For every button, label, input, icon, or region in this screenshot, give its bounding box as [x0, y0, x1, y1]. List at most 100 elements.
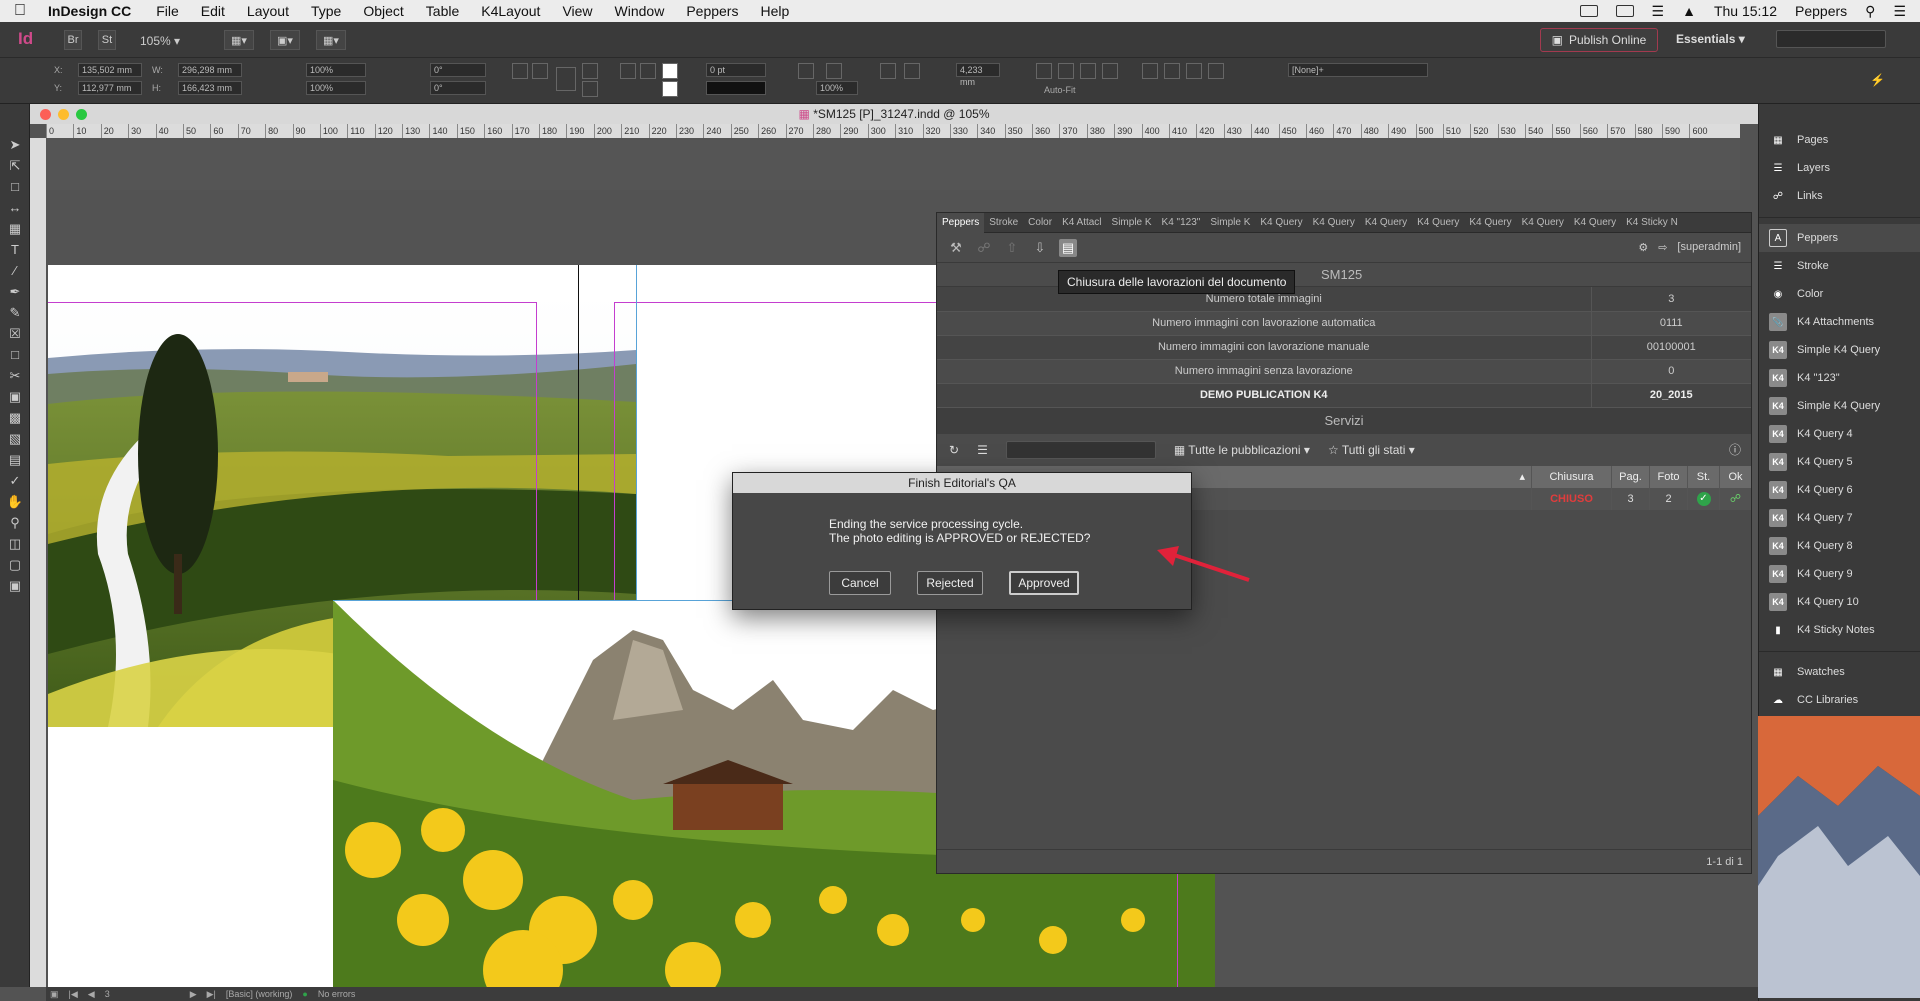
- panel-peppers[interactable]: A Peppers: [1759, 224, 1920, 252]
- select-container-icon[interactable]: [620, 63, 636, 79]
- text-wrap-bbox-icon[interactable]: [904, 63, 920, 79]
- panel-k4-query-5[interactable]: K4 K4 Query 5: [1759, 448, 1920, 476]
- scale-x-field[interactable]: 100%: [306, 63, 366, 77]
- rotate-field[interactable]: 0°: [430, 63, 486, 77]
- view-options-button[interactable]: ▦▾: [224, 30, 254, 50]
- panel-k4-query-10[interactable]: K4 K4 Query 10: [1759, 588, 1920, 616]
- last-page-icon[interactable]: ▶|: [207, 989, 216, 1000]
- panel-swatches[interactable]: ▦ Swatches: [1759, 658, 1920, 686]
- line-tool-icon[interactable]: ∕: [0, 260, 30, 281]
- panel-k4-attachments[interactable]: 📎 K4 Attachments: [1759, 308, 1920, 336]
- zoom-window-icon[interactable]: [76, 109, 87, 120]
- rotate-cw-icon[interactable]: [512, 63, 528, 79]
- folder-icon[interactable]: ▤: [1059, 238, 1077, 257]
- panel-stroke[interactable]: ☰ Stroke: [1759, 252, 1920, 280]
- panel-cc-libraries[interactable]: ☁ CC Libraries: [1759, 686, 1920, 714]
- help-search-input[interactable]: [1776, 30, 1886, 48]
- menu-peppers[interactable]: Peppers: [675, 3, 749, 19]
- scissors-tool-icon[interactable]: ✂: [0, 365, 30, 386]
- approved-button[interactable]: Approved: [1009, 571, 1079, 595]
- flip-h-icon[interactable]: [582, 63, 598, 79]
- next-page-icon[interactable]: ▶: [190, 989, 197, 1000]
- hand-tool-icon[interactable]: ✋: [0, 491, 30, 512]
- app-menu[interactable]: InDesign CC: [40, 3, 145, 19]
- panel-tab[interactable]: K4 Query: [1412, 217, 1464, 228]
- publication-filter[interactable]: ▦ Tutte le pubblicazioni ▾: [1174, 443, 1310, 457]
- type-tool-icon[interactable]: T: [0, 239, 30, 260]
- col-st[interactable]: St.: [1687, 465, 1719, 488]
- errors-status[interactable]: No errors: [318, 989, 356, 999]
- panel-tab[interactable]: Stroke: [984, 217, 1023, 228]
- stroke-type-select[interactable]: [706, 81, 766, 95]
- panel-color[interactable]: ◉ Color: [1759, 280, 1920, 308]
- free-transform-tool-icon[interactable]: ▣: [0, 386, 30, 407]
- stroke-swatch-icon[interactable]: [662, 81, 678, 97]
- menu-help[interactable]: Help: [749, 3, 800, 19]
- page-tool-icon[interactable]: □: [0, 176, 30, 197]
- link-icon[interactable]: ☍: [975, 239, 993, 257]
- menu-window[interactable]: Window: [604, 3, 676, 19]
- screen-mode-button[interactable]: ▣▾: [270, 30, 300, 50]
- vertical-ruler[interactable]: [30, 138, 46, 987]
- reference-point-icon[interactable]: [556, 67, 576, 91]
- stroke-weight-field[interactable]: 0 pt: [706, 63, 766, 77]
- object-style-select[interactable]: [None]+: [1288, 63, 1428, 77]
- fill-proportionally-icon[interactable]: [1080, 63, 1096, 79]
- align-left-icon[interactable]: [1142, 63, 1158, 79]
- panel-layers[interactable]: ☰ Layers: [1759, 154, 1920, 182]
- direct-selection-tool-icon[interactable]: ⇱: [0, 155, 30, 176]
- menu-file[interactable]: File: [145, 3, 190, 19]
- spotlight-icon[interactable]: ⚲: [1865, 3, 1875, 20]
- notification-icon[interactable]: ☰: [1893, 3, 1906, 20]
- gradient-feather-tool-icon[interactable]: ▧: [0, 428, 30, 449]
- opacity-field[interactable]: 100%: [816, 81, 858, 95]
- fx-icon[interactable]: [640, 63, 656, 79]
- panel-k4-sticky-notes[interactable]: ▮ K4 Sticky Notes: [1759, 616, 1920, 644]
- bridge-button[interactable]: Br: [64, 30, 82, 50]
- panel-simple-k4-query[interactable]: K4 Simple K4 Query: [1759, 392, 1920, 420]
- panel-tab[interactable]: K4 Query: [1255, 217, 1307, 228]
- menu-k4layout[interactable]: K4Layout: [470, 3, 551, 19]
- arrange-documents-button[interactable]: ▦▾: [316, 30, 346, 50]
- panel-tab[interactable]: K4 Attacl: [1057, 217, 1106, 228]
- selection-tool-icon[interactable]: ➤: [0, 134, 30, 155]
- fit-content-icon[interactable]: [1036, 63, 1052, 79]
- rotate-ccw-icon[interactable]: [532, 63, 548, 79]
- content-collector-icon[interactable]: ▦: [0, 218, 30, 239]
- upload-icon[interactable]: ⇧: [1003, 239, 1021, 257]
- col-foto[interactable]: Foto: [1649, 465, 1687, 488]
- menu-type[interactable]: Type: [300, 3, 352, 19]
- flip-v-icon[interactable]: [582, 81, 598, 97]
- rectangle-tool-icon[interactable]: □: [0, 344, 30, 365]
- preview-mode-icon[interactable]: ▣: [0, 575, 30, 596]
- screen-icon[interactable]: [1579, 5, 1598, 17]
- pencil-tool-icon[interactable]: ✎: [0, 302, 30, 323]
- services-search-input[interactable]: [1005, 440, 1156, 459]
- shear-field[interactable]: 0°: [430, 81, 486, 95]
- y-field[interactable]: 112,977 mm: [78, 81, 142, 95]
- row-status[interactable]: ✓: [1687, 487, 1719, 510]
- panel-k4-123[interactable]: K4 K4 "123": [1759, 364, 1920, 392]
- panel-tab[interactable]: Peppers: [937, 212, 985, 233]
- stock-button[interactable]: St: [98, 30, 116, 50]
- fill-stroke-icon[interactable]: ◫: [0, 533, 30, 554]
- center-content-icon[interactable]: [1102, 63, 1118, 79]
- menu-view[interactable]: View: [551, 3, 603, 19]
- panel-tab[interactable]: K4 Sticky N: [1621, 217, 1683, 228]
- drop-shadow-icon[interactable]: [826, 63, 842, 79]
- minimize-window-icon[interactable]: [58, 109, 69, 120]
- text-wrap-icon[interactable]: [880, 63, 896, 79]
- panel-tab[interactable]: Simple K: [1205, 217, 1255, 228]
- workspace-switcher[interactable]: Essentials ▾: [1676, 32, 1745, 46]
- apply-none-icon[interactable]: ▢: [0, 554, 30, 575]
- align-center-icon[interactable]: [1164, 63, 1180, 79]
- panel-tab[interactable]: K4 Query: [1360, 217, 1412, 228]
- close-window-icon[interactable]: [40, 109, 51, 120]
- download-icon[interactable]: ⇩: [1031, 239, 1049, 257]
- x-field[interactable]: 135,502 mm: [78, 63, 142, 77]
- panel-k4-query-4[interactable]: K4 K4 Query 4: [1759, 420, 1920, 448]
- panel-tab[interactable]: Color: [1023, 217, 1057, 228]
- pen-tool-icon[interactable]: ✒: [0, 281, 30, 302]
- panel-k4-query-6[interactable]: K4 K4 Query 6: [1759, 476, 1920, 504]
- corner-icon[interactable]: [798, 63, 814, 79]
